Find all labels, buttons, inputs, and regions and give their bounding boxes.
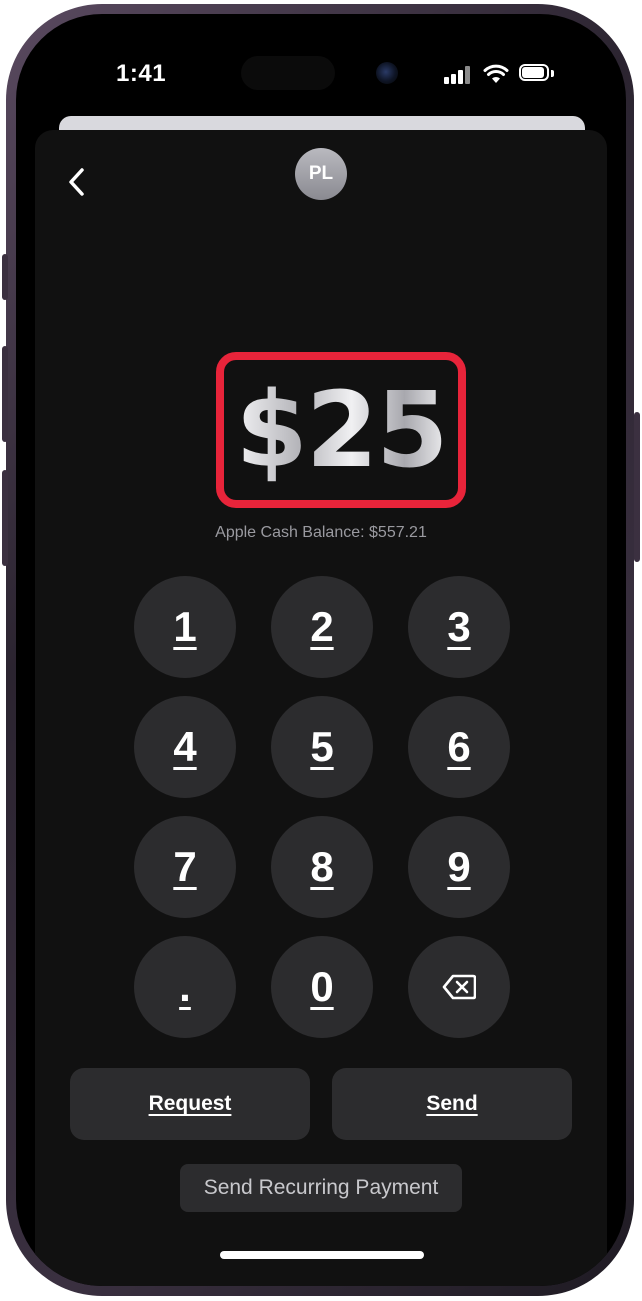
key-9[interactable]: 9 xyxy=(408,816,510,918)
key-0[interactable]: 0 xyxy=(271,936,373,1038)
battery-icon xyxy=(519,64,555,83)
keypad: 1 2 3 4 5 6 7 8 9 . 0 xyxy=(134,576,510,1038)
action-button xyxy=(2,254,8,300)
dynamic-island xyxy=(241,56,335,90)
key-label: 2 xyxy=(310,603,334,650)
status-bar: 1:41 xyxy=(16,14,626,124)
key-3[interactable]: 3 xyxy=(408,576,510,678)
recipient-avatar[interactable]: PL xyxy=(295,148,347,200)
key-5[interactable]: 5 xyxy=(271,696,373,798)
camera-icon xyxy=(376,62,398,84)
amount-highlight-box: $25 xyxy=(216,352,466,508)
key-label: 7 xyxy=(173,843,197,890)
key-label: 0 xyxy=(310,963,334,1010)
cellular-signal-icon xyxy=(444,66,472,84)
home-indicator[interactable] xyxy=(220,1251,424,1259)
key-label: 6 xyxy=(447,723,471,770)
delete-key[interactable] xyxy=(408,936,510,1038)
key-label: 3 xyxy=(447,603,471,650)
key-decimal[interactable]: . xyxy=(134,936,236,1038)
volume-down-button xyxy=(2,470,8,566)
key-label: 9 xyxy=(447,843,471,890)
key-label: . xyxy=(179,963,191,1010)
apple-cash-sheet: PL $25 Apple Cash Balance: $557.21 1 2 3… xyxy=(35,130,607,1286)
key-label: 1 xyxy=(173,603,197,650)
key-6[interactable]: 6 xyxy=(408,696,510,798)
key-label: 5 xyxy=(310,723,334,770)
key-label: 8 xyxy=(310,843,334,890)
wifi-icon xyxy=(483,64,509,83)
back-button[interactable] xyxy=(61,164,91,200)
key-7[interactable]: 7 xyxy=(134,816,236,918)
power-button xyxy=(634,412,640,562)
key-1[interactable]: 1 xyxy=(134,576,236,678)
key-label: 4 xyxy=(173,723,197,770)
volume-up-button xyxy=(2,346,8,442)
apple-cash-balance: Apple Cash Balance: $557.21 xyxy=(215,524,427,541)
payment-amount: $25 xyxy=(235,369,448,491)
request-button[interactable]: Request xyxy=(70,1068,310,1140)
key-8[interactable]: 8 xyxy=(271,816,373,918)
backspace-icon xyxy=(442,974,476,1000)
screen: 1:41 PL $25 Apple Cash Balance: $557.21 … xyxy=(16,14,626,1286)
send-recurring-payment-button[interactable]: Send Recurring Payment xyxy=(180,1164,462,1212)
chevron-left-icon xyxy=(69,168,84,196)
key-2[interactable]: 2 xyxy=(271,576,373,678)
status-time: 1:41 xyxy=(116,60,167,87)
send-button[interactable]: Send xyxy=(332,1068,572,1140)
key-4[interactable]: 4 xyxy=(134,696,236,798)
